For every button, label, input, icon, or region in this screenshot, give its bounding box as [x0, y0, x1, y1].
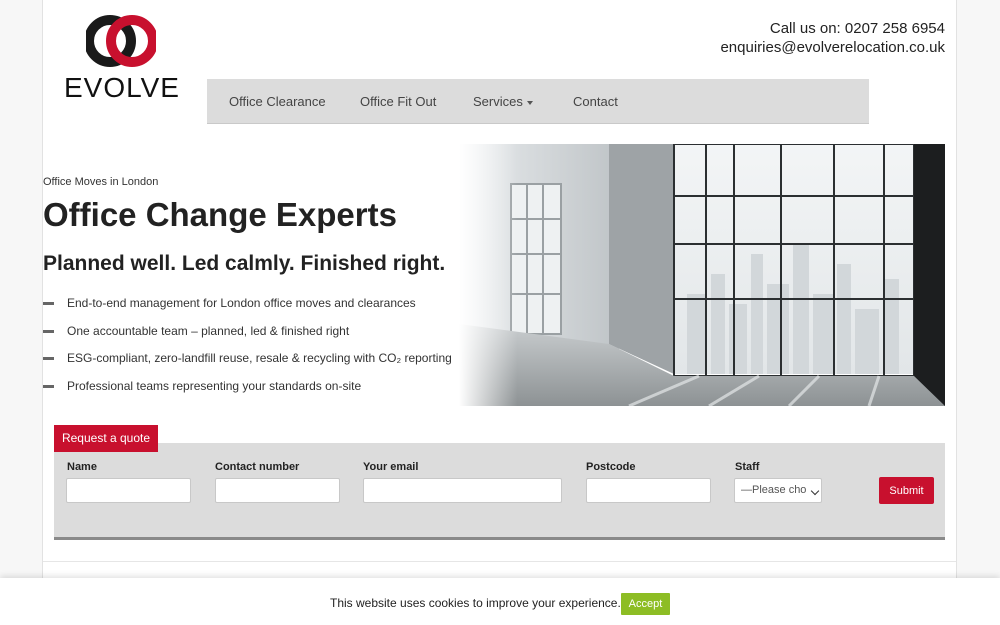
section-divider: [43, 561, 956, 562]
staff-select[interactable]: —Please cho: [734, 478, 822, 503]
logo-mark-icon: [86, 15, 156, 67]
contact-number-input[interactable]: [215, 478, 340, 503]
submit-button[interactable]: Submit: [879, 477, 934, 504]
hero-subhead: Planned well. Led calmly. Finished right…: [43, 252, 446, 275]
dash-icon: [43, 357, 54, 360]
nav-item-office-fit-out[interactable]: Office Fit Out: [360, 94, 436, 109]
header-contact: Call us on: 0207 258 6954 enquiries@evol…: [720, 19, 945, 57]
request-quote-tab[interactable]: Request a quote: [54, 425, 158, 452]
name-label: Name: [67, 461, 97, 473]
staff-label: Staff: [735, 461, 760, 473]
dash-icon: [43, 329, 54, 333]
name-input[interactable]: [66, 478, 191, 503]
bullet-item: Professional teams representing your sta…: [43, 379, 452, 407]
nav-item-services[interactable]: Services: [473, 94, 533, 109]
phone-text[interactable]: Call us on: 0207 258 6954: [720, 19, 945, 38]
logo-wordmark: EVOLVE: [64, 72, 180, 103]
email-input[interactable]: [363, 478, 562, 503]
quote-form-panel: Name Contact number Your email Postcode …: [54, 443, 945, 540]
postcode-label: Postcode: [586, 461, 636, 473]
hero-headline: Office Change Experts: [43, 196, 397, 233]
bullet-text: End-to-end management for London office …: [67, 296, 416, 310]
bullet-text: ESG-compliant, zero-landfill reuse, resa…: [67, 351, 452, 365]
bullet-item: ESG-compliant, zero-landfill reuse, resa…: [43, 351, 452, 379]
dash-icon: [43, 302, 54, 305]
main-nav: Office Clearance Office Fit Out Services…: [207, 79, 869, 124]
nav-item-services-label: Services: [473, 94, 523, 109]
email-label: Your email: [363, 461, 419, 473]
caret-down-icon: [526, 100, 533, 105]
nav-item-office-clearance[interactable]: Office Clearance: [229, 94, 326, 109]
cookie-banner: This website uses cookies to improve you…: [0, 578, 1000, 625]
dash-icon: [43, 384, 54, 388]
bullet-item: End-to-end management for London office …: [43, 296, 452, 324]
bullet-text: One accountable team – planned, led & fi…: [67, 323, 350, 338]
hero-office-image: [459, 144, 945, 406]
staff-select-value: —Please cho: [741, 484, 807, 496]
evolve-logo[interactable]: EVOLVE: [64, 14, 179, 103]
nav-item-contact[interactable]: Contact: [573, 94, 618, 109]
bullet-item: One accountable team – planned, led & fi…: [43, 324, 452, 352]
hero-eyebrow: Office Moves in London: [43, 176, 159, 188]
hero-bullet-list: End-to-end management for London office …: [43, 296, 452, 406]
postcode-input[interactable]: [586, 478, 711, 503]
contact-number-label: Contact number: [215, 461, 300, 473]
cookie-message: This website uses cookies to improve you…: [330, 596, 621, 610]
email-link[interactable]: enquiries@evolverelocation.co.uk: [720, 38, 945, 57]
chevron-down-icon: [810, 486, 820, 496]
accept-cookies-button[interactable]: Accept: [621, 593, 670, 615]
bullet-text: Professional teams representing your sta…: [67, 378, 362, 393]
